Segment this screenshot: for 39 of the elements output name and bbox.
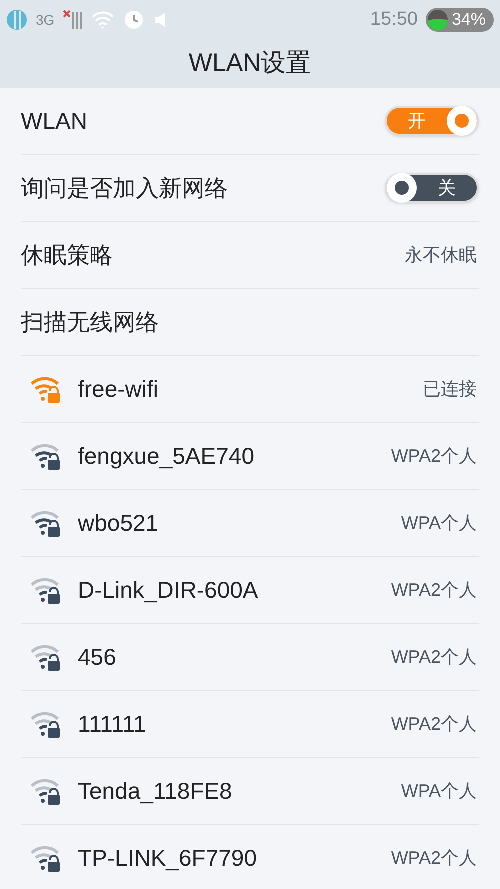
network-name: D-Link_DIR-600A bbox=[78, 576, 260, 605]
wifi-icon bbox=[90, 10, 115, 30]
network-item[interactable]: free-wifi 已连接 bbox=[21, 356, 479, 423]
signal-icon bbox=[6, 9, 28, 31]
network-security: WPA2个人 bbox=[391, 712, 478, 736]
network-security: WPA2个人 bbox=[391, 578, 478, 602]
network-security: WPA个人 bbox=[401, 512, 478, 534]
network-name: free-wifi bbox=[78, 374, 160, 404]
network-item[interactable]: wbo521 WPA个人 bbox=[21, 490, 479, 557]
network-name: 111111 bbox=[78, 710, 148, 739]
network-security: 已连接 bbox=[423, 378, 478, 400]
setting-value: 永不休眠 bbox=[405, 244, 478, 266]
clock-time: 15:50 bbox=[370, 8, 418, 32]
network-item[interactable]: 111111 WPA2个人 bbox=[21, 691, 479, 758]
network-name: TP-LINK_6F7790 bbox=[78, 844, 258, 873]
network-name: fengxue_5AE740 bbox=[78, 442, 256, 471]
battery-indicator: 34% bbox=[426, 8, 494, 32]
speaker-icon bbox=[152, 11, 167, 29]
network-type: 3G bbox=[36, 10, 55, 30]
setting-label: WLAN bbox=[21, 106, 88, 136]
network-security: WPA2个人 bbox=[391, 846, 478, 870]
toggle-switch[interactable]: 关 bbox=[385, 173, 479, 203]
network-item[interactable]: 456 WPA2个人 bbox=[21, 624, 479, 691]
network-item[interactable]: TP-LINK_6F7790 WPA2个人 bbox=[21, 825, 479, 889]
network-security: WPA个人 bbox=[401, 780, 478, 802]
network-name: wbo521 bbox=[78, 508, 160, 538]
network-name: Tenda_118FE8 bbox=[78, 776, 234, 806]
setting-label: 询问是否加入新网络 bbox=[21, 174, 229, 203]
clock-icon bbox=[122, 9, 145, 31]
network-item[interactable]: D-Link_DIR-600A WPA2个人 bbox=[21, 557, 479, 624]
network-name: 456 bbox=[78, 642, 118, 672]
network-security: WPA2个人 bbox=[391, 646, 478, 668]
network-item[interactable]: Tenda_118FE8 WPA个人 bbox=[21, 758, 479, 825]
network-security: WPA2个人 bbox=[391, 444, 478, 468]
network-item[interactable]: fengxue_5AE740 WPA2个人 bbox=[21, 423, 479, 490]
screen-title: WLAN设置 bbox=[0, 40, 500, 88]
setting-label: 休眠策略 bbox=[21, 240, 114, 270]
setting-label: 扫描无线网络 bbox=[21, 308, 160, 337]
no-sim-icon bbox=[62, 9, 83, 31]
